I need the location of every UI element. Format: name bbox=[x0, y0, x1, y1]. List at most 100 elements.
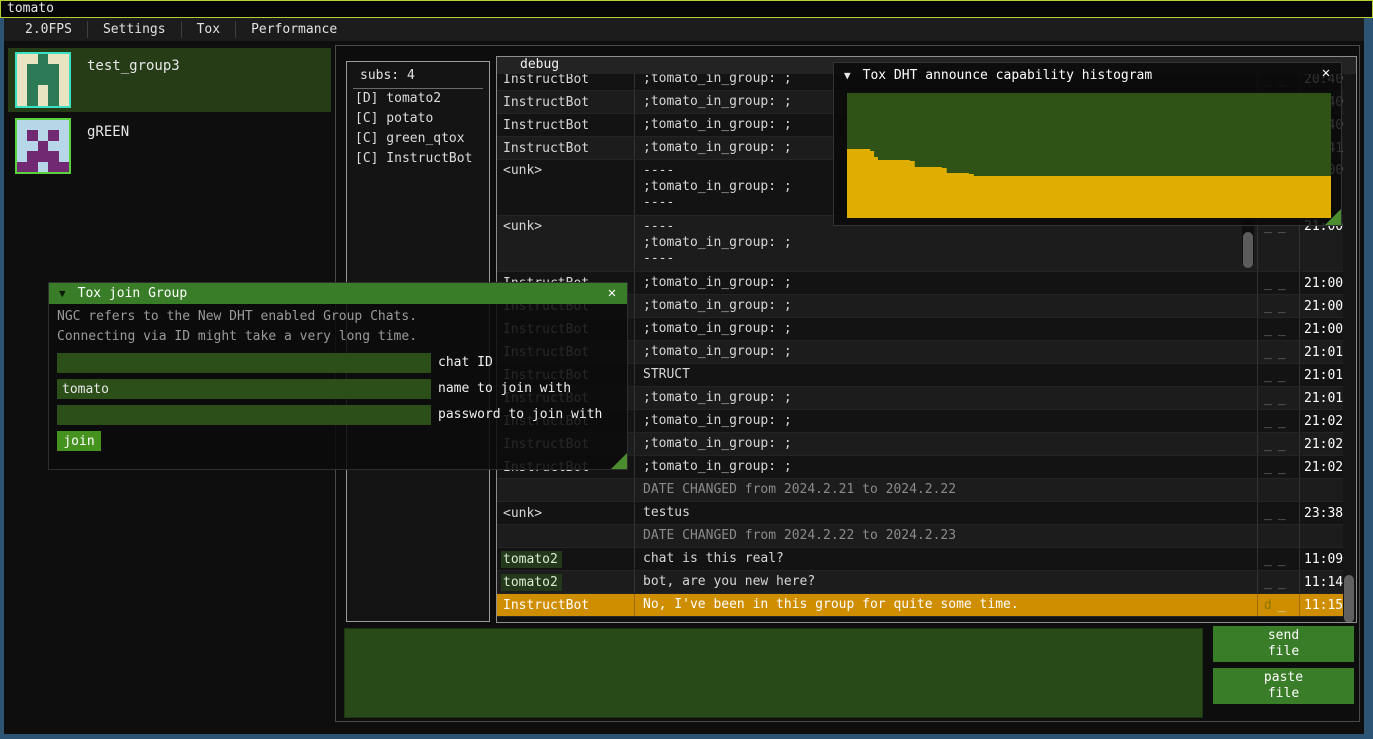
join-name-field[interactable] bbox=[57, 379, 431, 399]
chat-scrollbar-thumb[interactable] bbox=[1344, 575, 1354, 623]
message-text: bot, are you new here? bbox=[634, 571, 1257, 593]
message-text: ;tomato_in_group: ; bbox=[634, 387, 1257, 409]
message-text: STRUCT bbox=[634, 364, 1257, 386]
timestamp: 21:01 bbox=[1299, 387, 1343, 409]
collapse-arrow-icon[interactable]: ▼ bbox=[844, 69, 851, 82]
subs-count-label: subs: 4 bbox=[360, 68, 489, 83]
chat-id-label: chat ID bbox=[438, 353, 493, 373]
timestamp: 21:00 bbox=[1299, 318, 1343, 340]
timestamp: 11:15 bbox=[1299, 594, 1343, 616]
delivery-flags: __ bbox=[1257, 502, 1299, 524]
menu-item-performance[interactable]: Performance bbox=[236, 18, 352, 41]
date-changed-row[interactable]: DATE CHANGED from 2024.2.22 to 2024.2.23 bbox=[497, 525, 1343, 548]
message-text: DATE CHANGED from 2024.2.22 to 2024.2.23 bbox=[634, 525, 1257, 547]
date-changed-row[interactable]: DATE CHANGED from 2024.2.21 to 2024.2.22 bbox=[497, 479, 1343, 502]
menu-item-2-0fps[interactable]: 2.0FPS bbox=[10, 18, 87, 41]
message-text: ;tomato_in_group: ; bbox=[634, 456, 1257, 478]
delivery-flags: __ bbox=[1257, 387, 1299, 409]
menu-bar: 2.0FPSSettingsToxPerformance bbox=[4, 18, 1364, 41]
message-scrollbar[interactable] bbox=[1242, 220, 1254, 267]
timestamp: 23:38 bbox=[1299, 502, 1343, 524]
message-text: ;tomato_in_group: ; bbox=[634, 272, 1257, 294]
contact-item-test_group3[interactable]: test_group3 bbox=[8, 48, 331, 112]
delivery-flags: __ bbox=[1257, 341, 1299, 363]
resize-grip[interactable] bbox=[1325, 209, 1341, 225]
window-title: tomato bbox=[7, 1, 54, 16]
message-row[interactable]: tomato2chat is this real?__11:09 bbox=[497, 548, 1343, 571]
delivery-flags: __ bbox=[1257, 571, 1299, 593]
message-input[interactable] bbox=[344, 628, 1203, 718]
member-list: [D] tomato2[C] potato[C] green_qtox[C] I… bbox=[347, 89, 489, 169]
join-window-title: Tox join Group bbox=[78, 286, 188, 301]
close-icon[interactable]: ✕ bbox=[1317, 63, 1335, 84]
window-titlebar[interactable]: tomato bbox=[0, 0, 1373, 18]
sender-name: <unk> bbox=[497, 216, 634, 271]
timestamp: 21:02 bbox=[1299, 433, 1343, 455]
sender-name: <unk> bbox=[497, 502, 634, 524]
delivery-flags bbox=[1257, 479, 1299, 501]
message-scrollbar-thumb[interactable] bbox=[1243, 232, 1253, 268]
message-text: No, I've been in this group for quite so… bbox=[634, 594, 1257, 616]
message-text: DATE CHANGED from 2024.2.21 to 2024.2.22 bbox=[634, 479, 1257, 501]
message-text: chat is this real? bbox=[634, 548, 1257, 570]
dht-histogram-window: ▼ Tox DHT announce capability histogram … bbox=[833, 62, 1342, 226]
delivery-flags: __ bbox=[1257, 295, 1299, 317]
chat-id-field[interactable] bbox=[57, 353, 431, 373]
menu-item-tox[interactable]: Tox bbox=[182, 18, 235, 41]
sender-name: tomato2 bbox=[497, 571, 634, 593]
timestamp: 11:14 bbox=[1299, 571, 1343, 593]
join-desc-line2: Connecting via ID might take a very long… bbox=[57, 327, 417, 347]
sender-name: InstructBot bbox=[497, 137, 634, 159]
join-group-window: ▼ Tox join Group ✕ NGC refers to the New… bbox=[48, 282, 628, 470]
histogram-window-titlebar[interactable]: ▼ Tox DHT announce capability histogram … bbox=[834, 63, 1341, 87]
timestamp: 21:01 bbox=[1299, 364, 1343, 386]
message-row[interactable]: InstructBotNo, I've been in this group f… bbox=[497, 594, 1343, 617]
join-button[interactable]: join bbox=[57, 431, 101, 451]
delivery-flags: __ bbox=[1257, 318, 1299, 340]
member-item[interactable]: [C] green_qtox bbox=[347, 129, 489, 149]
delivery-flags: __ bbox=[1257, 456, 1299, 478]
message-text: ;tomato_in_group: ; bbox=[634, 341, 1257, 363]
delivery-flags: __ bbox=[1257, 433, 1299, 455]
histogram-window-title: Tox DHT announce capability histogram bbox=[863, 68, 1153, 83]
message-text: ;tomato_in_group: ; bbox=[634, 410, 1257, 432]
wm-frame-right bbox=[1364, 17, 1373, 739]
resize-grip[interactable] bbox=[611, 453, 627, 469]
join-desc-line1: NGC refers to the New DHT enabled Group … bbox=[57, 307, 417, 327]
delivery-flags bbox=[1257, 525, 1299, 547]
send-file-button[interactable]: send file bbox=[1213, 626, 1354, 662]
timestamp: 21:00 bbox=[1299, 272, 1343, 294]
contact-name: test_group3 bbox=[87, 58, 180, 112]
timestamp bbox=[1299, 479, 1343, 501]
sender-name: InstructBot bbox=[497, 114, 634, 136]
member-item[interactable]: [C] InstructBot bbox=[347, 149, 489, 169]
sender-name: InstructBot bbox=[497, 594, 634, 616]
avatar bbox=[15, 118, 71, 174]
sender-name bbox=[497, 479, 634, 501]
close-icon[interactable]: ✕ bbox=[603, 283, 621, 304]
message-row[interactable]: <unk>testus__23:38 bbox=[497, 502, 1343, 525]
delivery-flags: __ bbox=[1257, 364, 1299, 386]
delivery-flags: __ bbox=[1257, 410, 1299, 432]
message-row[interactable]: tomato2bot, are you new here?__11:14 bbox=[497, 571, 1343, 594]
wm-frame-bottom bbox=[0, 734, 1373, 739]
join-name-label: name to join with bbox=[438, 379, 571, 399]
sender-name bbox=[497, 525, 634, 547]
join-password-field[interactable] bbox=[57, 405, 431, 425]
menu-item-settings[interactable]: Settings bbox=[88, 18, 181, 41]
join-window-titlebar[interactable]: ▼ Tox join Group ✕ bbox=[49, 283, 627, 304]
chat-scrollbar[interactable] bbox=[1343, 74, 1355, 622]
avatar bbox=[15, 52, 71, 108]
contact-item-gREEN[interactable]: gREEN bbox=[8, 114, 331, 178]
delivery-flags: d_ bbox=[1257, 594, 1299, 616]
paste-file-button[interactable]: paste file bbox=[1213, 668, 1354, 704]
member-item[interactable]: [C] potato bbox=[347, 109, 489, 129]
message-text: ;tomato_in_group: ; bbox=[634, 433, 1257, 455]
wm-frame-left bbox=[0, 17, 4, 739]
message-text: ;tomato_in_group: ; bbox=[634, 295, 1257, 317]
dht-capability-histogram bbox=[847, 93, 1331, 218]
timestamp: 21:02 bbox=[1299, 456, 1343, 478]
collapse-arrow-icon[interactable]: ▼ bbox=[59, 287, 66, 300]
member-item[interactable]: [D] tomato2 bbox=[347, 89, 489, 109]
sender-name: tomato2 bbox=[497, 548, 634, 570]
